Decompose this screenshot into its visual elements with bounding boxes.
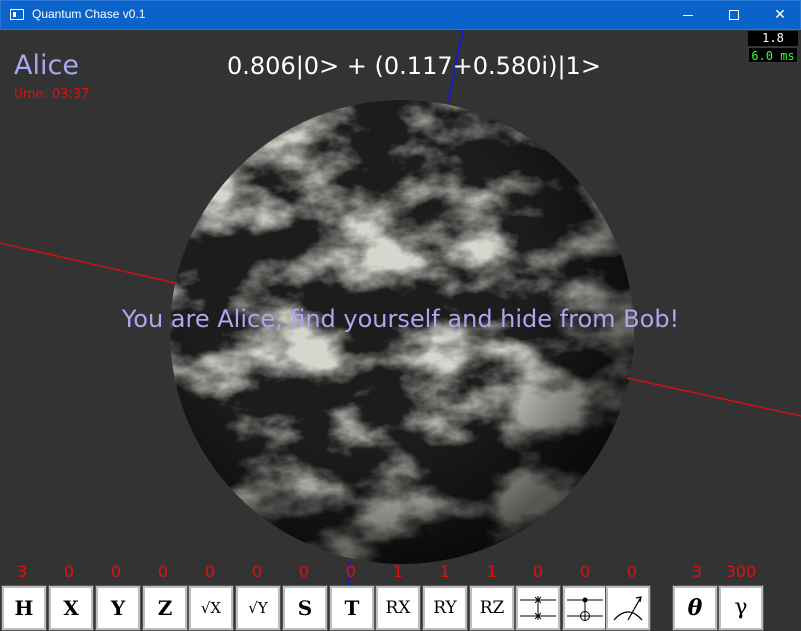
x-axis-line-front [626,377,801,417]
gate-count-sqrt-y: 0 [251,562,263,581]
gate-z-button[interactable]: Z [142,585,188,631]
gate-ry-button[interactable]: RY [422,585,468,631]
gate-sqrt-x-button[interactable]: √X [188,585,234,631]
gate-y-button[interactable]: Y [95,585,141,631]
param-count-gamma: 300 [725,562,757,581]
fps-counter: 1.8 fps [748,31,798,60]
gate-count-y: 0 [110,562,122,581]
gate-count-measure: 0 [626,562,638,581]
gate-count-rz: 1 [486,562,498,581]
gate-count-h: 3 [16,562,28,581]
gate-cnot-button[interactable] [562,585,608,631]
gate-count-sqrt-x: 0 [204,562,216,581]
minimize-icon [683,14,693,16]
gate-h-button[interactable]: H [1,585,47,631]
x-axis-line [0,242,176,284]
gate-s-button[interactable]: S [282,585,328,631]
gate-count-s: 0 [298,562,310,581]
gate-x-button[interactable]: X [48,585,94,631]
gate-count-cnot: 0 [579,562,591,581]
measure-gate-icon [613,596,643,621]
gate-count-rx: 1 [392,562,404,581]
title-bar: Quantum Chase v0.1 ✕ [0,0,801,30]
gate-count-swap: 0 [532,562,544,581]
close-button[interactable]: ✕ [757,1,801,30]
close-icon: ✕ [774,7,786,23]
gate-count-ry: 1 [439,562,451,581]
frame-time: 6.0 ms [748,47,798,63]
app-icon [10,9,24,20]
cnot-gate-icon [567,597,603,621]
minimize-button[interactable] [665,1,711,30]
timer: time: 03:37 [14,87,90,102]
maximize-button[interactable] [711,1,757,30]
swap-gate-icon [520,596,556,620]
maximize-icon [729,10,739,20]
game-message: You are Alice, find yourself and hide fr… [121,305,680,333]
gate-rx-button[interactable]: RX [375,585,421,631]
gate-sqrt-y-button[interactable]: √Y [235,585,281,631]
gate-measure-button[interactable] [605,585,651,631]
qubit-state: 0.806|0> + (0.117+0.580i)|1> [227,52,601,80]
gate-t-button[interactable]: T [329,585,375,631]
theta-param-button[interactable]: θ [672,585,718,631]
window-title: Quantum Chase v0.1 [32,7,146,21]
gate-rz-button[interactable]: RZ [469,585,515,631]
gate-count-z: 0 [157,562,169,581]
player-name: Alice [14,50,79,81]
gate-swap-button[interactable] [515,585,561,631]
gate-count-x: 0 [63,562,75,581]
gate-count-t: 0 [345,562,357,581]
param-count-theta: 3 [691,562,703,581]
game-viewport[interactable]: Alice time: 03:37 0.806|0> + (0.117+0.58… [0,30,801,631]
gamma-param-button[interactable]: γ [718,585,764,631]
